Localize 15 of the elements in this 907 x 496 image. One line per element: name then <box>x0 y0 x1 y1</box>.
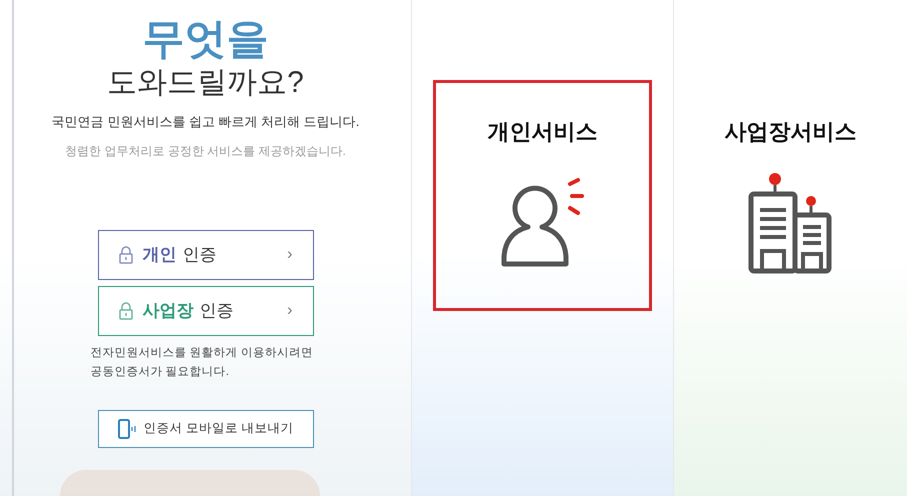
phone-icon <box>118 418 136 438</box>
tagline: 청렴한 업무처리로 공정한 서비스를 제공하겠습니다. <box>65 142 346 160</box>
export-button[interactable]: 인증서 모바일로 내보내기 <box>98 410 314 448</box>
service-title: 개인서비스 <box>488 118 598 146</box>
login-button[interactable]: 개인 인증 › <box>98 230 314 280</box>
heading-accent: 무엇을 <box>142 14 268 64</box>
heading: 도와드릴까요? <box>107 65 304 101</box>
service-title: 사업장서비스 <box>724 118 856 146</box>
login-button[interactable]: 사업장 인증 › <box>98 286 314 336</box>
subtitle: 국민연금 민원서비스를 쉽고 빠르게 처리해 드립니다. <box>52 113 360 131</box>
auth-note: 전자민원서비스를 원활하게 이용하시려면 공동인증서가 필요합니다. <box>90 346 314 380</box>
service-card[interactable]: 개인서비스 <box>433 80 652 311</box>
building-icon <box>748 172 834 274</box>
lock-icon <box>118 246 132 264</box>
lock-icon <box>118 302 132 320</box>
